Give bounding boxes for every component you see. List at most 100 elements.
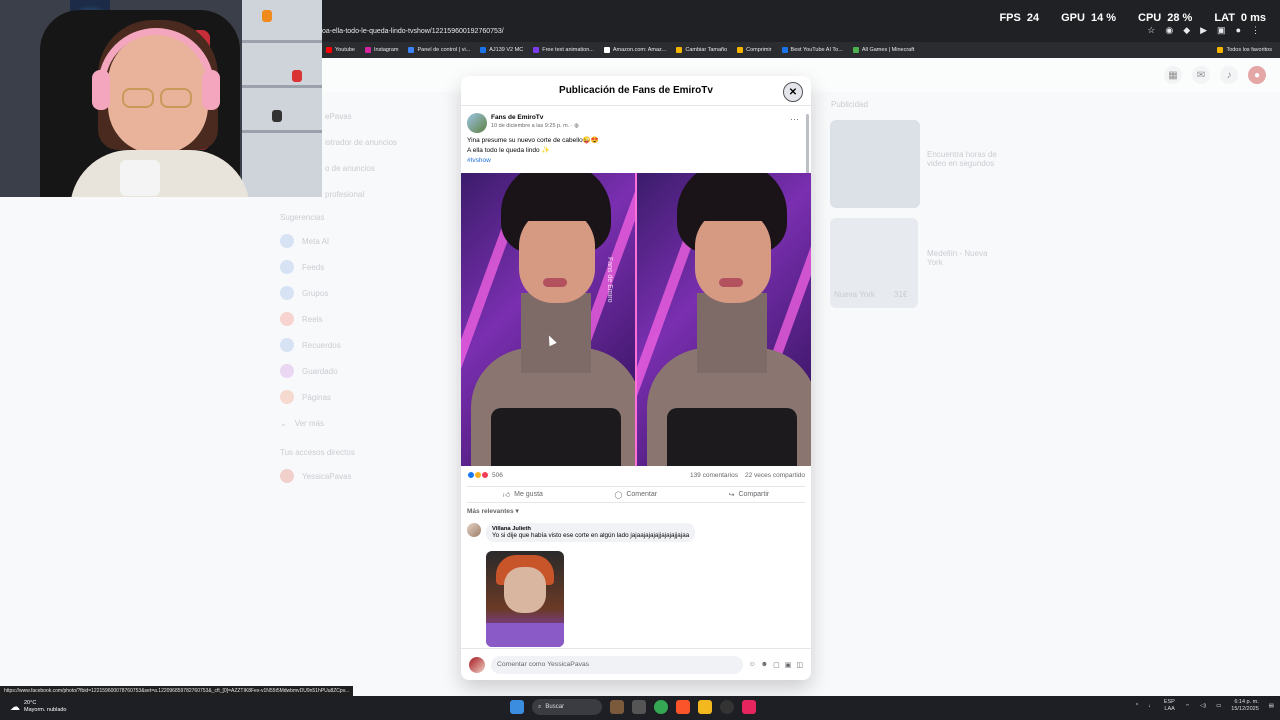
bookmark-free-text[interactable]: Free text animation... (533, 47, 594, 53)
sticker-icon[interactable]: ◫ (796, 661, 803, 669)
shelf-wall (242, 0, 322, 197)
close-button[interactable]: ✕ (783, 82, 803, 102)
post-media[interactable]: Fans de Emiro (461, 173, 811, 466)
bookmark-youtube[interactable]: Youtube (326, 47, 355, 53)
hashtag-link[interactable]: #tvshow (467, 156, 805, 166)
obs-icon[interactable] (720, 700, 734, 714)
person-face (519, 208, 595, 303)
brave-icon[interactable] (676, 700, 690, 714)
share-button[interactable]: ↪ Compartir (729, 491, 770, 499)
avatar-sticker-icon[interactable]: ☺ (749, 661, 756, 669)
emoji-icon[interactable]: ☻ (761, 661, 768, 669)
shortcut-item[interactable]: YessicaPavas (280, 463, 352, 489)
sidebar-item-meta-ai[interactable]: Meta AI (280, 228, 341, 254)
weather-widget[interactable]: ☁ 20°C Mayorm. nublado (10, 700, 67, 714)
diamond-icon[interactable]: ◆ (1183, 25, 1190, 36)
browser-extension-icons: ☆ ◉ ◆ ▶ ▣ ● ⋮ (1147, 25, 1260, 36)
volume-icon[interactable]: ◁) (1200, 703, 1206, 709)
comment-image[interactable] (486, 551, 564, 647)
comment-button[interactable]: ◯ Comentar (614, 491, 657, 499)
sidebar-item-memories[interactable]: Recuerdos (280, 332, 341, 358)
puzzle-icon[interactable]: ▣ (1217, 25, 1226, 36)
flag-icon (280, 390, 294, 404)
sidebar-item-reels[interactable]: Reels (280, 306, 341, 332)
windows-taskbar: ☁ 20°C Mayorm. nublado ⌕ Buscar ^ ♩ ESP LAA… (0, 696, 1280, 720)
menu-partial-item[interactable]: profesional (325, 182, 397, 208)
widget-icon[interactable] (610, 700, 624, 714)
reactions-count[interactable]: 506 (492, 472, 503, 479)
file-explorer-icon[interactable] (698, 700, 712, 714)
bookmark-comprimir[interactable]: Comprimir (737, 47, 772, 53)
commenter-avatar[interactable] (467, 523, 481, 537)
bookmark-minecraft[interactable]: All Games | Minecraft (852, 47, 914, 53)
notification-icon[interactable]: ▤ (1269, 703, 1274, 709)
tiktok-icon[interactable] (742, 700, 756, 714)
shares-count[interactable]: 22 veces compartido (745, 472, 805, 479)
page-name[interactable]: Fans de EmiroTv (491, 113, 579, 122)
sidebar-item-groups[interactable]: Grupos (280, 280, 341, 306)
windows-start-icon[interactable] (510, 700, 524, 714)
bookmark-all-favorites[interactable]: Todos los favoritos (1217, 42, 1272, 58)
menu-partial-item[interactable]: o de anuncios (325, 156, 397, 182)
menu-partial-item[interactable]: istrador de anuncios (325, 130, 397, 156)
person-bangs (517, 201, 597, 221)
sidebar-item-feeds[interactable]: Feeds (280, 254, 341, 280)
chrome-icon[interactable] (654, 700, 668, 714)
reaction-icons[interactable] (467, 471, 489, 479)
profile-icon[interactable]: ● (1236, 25, 1241, 36)
doll-face (504, 567, 546, 613)
language-indicator[interactable]: ESP LAA (1164, 699, 1175, 713)
clock[interactable]: 6:14 p. m. 15/12/2025 (1231, 699, 1259, 713)
like-button[interactable]: 👍︎ Me gusta (503, 490, 543, 499)
gif-icon[interactable]: ▣ (785, 661, 792, 669)
headphone-ear (92, 70, 110, 110)
glasses (122, 88, 154, 108)
sidebar-item-see-more[interactable]: ⌄ Ver más (280, 410, 341, 436)
post-header: Fans de EmiroTv 10 de diciembre a las 9:… (461, 106, 811, 133)
sidebar-item-saved[interactable]: Guardado (280, 358, 341, 384)
sponsored-ad-image-1[interactable] (830, 120, 920, 208)
post-date[interactable]: 10 de diciembre a las 9:25 p. m. · ◍ (491, 122, 579, 131)
wifi-icon[interactable]: ⌔ (1185, 703, 1190, 710)
taskbar-search[interactable]: ⌕ Buscar (532, 699, 602, 715)
ad-text-1[interactable]: Encuentra horas de video en segundos (927, 150, 997, 168)
suggestions-heading: Sugerencias (280, 213, 325, 222)
extension-icon[interactable]: ◉ (1165, 25, 1173, 36)
mic-icon[interactable]: ♩ (1148, 703, 1154, 709)
bookmark-panel[interactable]: Panel de control | vi... (408, 47, 470, 53)
star-icon[interactable]: ☆ (1147, 25, 1155, 36)
caret-down-icon: ▾ (515, 508, 519, 515)
menu-dots-icon[interactable]: ⋮ (1251, 25, 1260, 36)
hud-cpu: CPU 28 % (1138, 12, 1193, 24)
love-reaction-icon (481, 471, 489, 479)
page-avatar[interactable] (467, 113, 487, 133)
groups-icon (280, 286, 294, 300)
bookmark-amazon[interactable]: Amazon.com: Amaz... (603, 47, 666, 53)
battery-icon[interactable]: ▭ (1216, 703, 1221, 709)
comment-input[interactable]: Comentar como YessicaPavas (491, 655, 743, 674)
bookmark-best-youtube[interactable]: Best YouTube AI To... (781, 47, 843, 53)
comments-count[interactable]: 139 comentarios (690, 472, 738, 479)
ad-text-2[interactable]: Medellín - Nueva York (927, 249, 997, 267)
video-watermark: Fans de Emiro (606, 257, 613, 303)
comment-sort-dropdown[interactable]: Más relevantes ▾ (467, 507, 519, 515)
toy-car (272, 110, 282, 122)
bookmark-cambiar[interactable]: Cambiar Tamaño (676, 47, 727, 53)
camera-icon[interactable]: ▢ (773, 661, 780, 669)
search-icon: ⌕ (538, 703, 542, 710)
sponsored-ad-image-2[interactable]: Nueva York 31€ (830, 218, 918, 308)
person-lips (543, 278, 567, 287)
more-options-icon[interactable]: ··· (790, 114, 799, 124)
sidebar-item-pages[interactable]: Páginas (280, 384, 341, 410)
shortcuts-heading: Tus accesos directos (280, 448, 355, 457)
menu-partial-item[interactable]: ePavas (325, 104, 397, 130)
comment-item: Villana Julieth Yo si dije que había vis… (467, 523, 696, 542)
post-actions: 👍︎ Me gusta ◯ Comentar ↪ Compartir (467, 486, 805, 503)
task-view-icon[interactable] (632, 700, 646, 714)
avatar (280, 469, 294, 483)
tray-chevron-icon[interactable]: ^ (1136, 703, 1139, 709)
bookmark-instagram[interactable]: Instagram (365, 47, 398, 53)
address-bar[interactable]: oa-ella-todo-le-queda-lindo-tvshow/12215… (322, 24, 1142, 40)
play-icon[interactable]: ▶ (1200, 25, 1207, 36)
bookmark-aj139[interactable]: AJ139 V2 MC (480, 47, 523, 53)
